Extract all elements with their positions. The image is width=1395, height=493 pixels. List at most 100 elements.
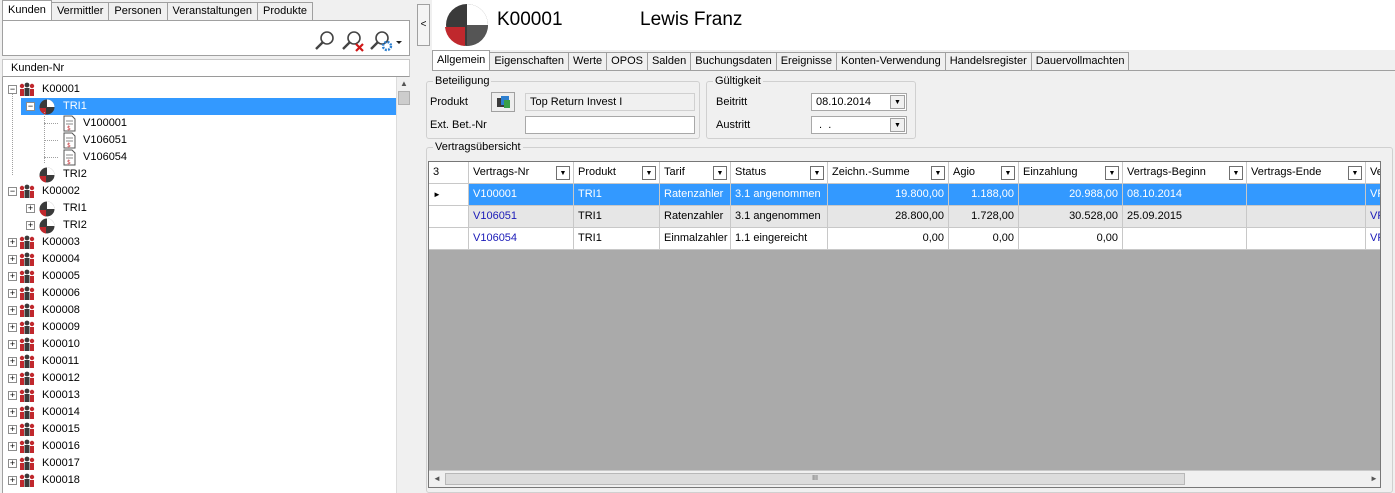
expand-icon[interactable]: + xyxy=(8,323,17,332)
scroll-right-icon[interactable]: ► xyxy=(1367,472,1380,486)
tree-node[interactable]: + K00013 xyxy=(3,387,396,404)
scroll-up-icon[interactable]: ▲ xyxy=(398,77,410,91)
filter-dropdown-icon[interactable]: ▼ xyxy=(1229,166,1243,180)
produkt-lookup-button[interactable] xyxy=(491,92,515,112)
tree-node[interactable]: + K00016 xyxy=(3,438,396,455)
grid-horizontal-scrollbar[interactable]: ◄ III ► xyxy=(429,470,1380,487)
row-indicator[interactable] xyxy=(429,206,469,228)
ext-bet-nr-input[interactable] xyxy=(525,116,695,134)
tree-node[interactable]: + TRI2 xyxy=(3,217,396,234)
collapse-icon[interactable]: − xyxy=(26,102,35,111)
expand-icon[interactable]: + xyxy=(8,238,17,247)
row-indicator[interactable]: ► xyxy=(429,184,469,206)
expand-icon[interactable]: + xyxy=(8,340,17,349)
filter-dropdown-icon[interactable]: ▼ xyxy=(931,166,945,180)
collapse-panel-button[interactable]: < xyxy=(417,4,430,46)
expand-icon[interactable]: + xyxy=(8,476,17,485)
column-header[interactable]: Agio ▼ xyxy=(949,162,1019,184)
tree-node[interactable]: − K00002 xyxy=(3,183,396,200)
table-row[interactable]: V106051 TRI1 Ratenzahler 3.1 angenommen 28.8… xyxy=(429,206,1380,228)
tab-ereignisse[interactable]: Ereignisse xyxy=(775,52,838,70)
expand-icon[interactable]: + xyxy=(26,204,35,213)
column-header[interactable]: Produkt ▼ xyxy=(574,162,660,184)
expand-icon[interactable]: + xyxy=(26,221,35,230)
tree-node[interactable]: − K00001 xyxy=(3,81,396,98)
tab-werte[interactable]: Werte xyxy=(568,52,608,70)
expand-icon[interactable]: + xyxy=(8,306,17,315)
expand-icon[interactable]: + xyxy=(8,425,17,434)
tree-node[interactable]: + K00018 xyxy=(3,472,396,489)
tab-produkte[interactable]: Produkte xyxy=(257,2,314,20)
filter-dropdown-icon[interactable]: ▼ xyxy=(642,166,656,180)
column-header[interactable]: Tarif ▼ xyxy=(660,162,731,184)
tree-node[interactable]: + K00014 xyxy=(3,404,396,421)
tree-scrollbar[interactable]: ▲ xyxy=(396,77,410,493)
tab-eigenschaften[interactable]: Eigenschaften xyxy=(489,52,570,70)
expand-icon[interactable]: + xyxy=(8,255,17,264)
clear-search-button[interactable] xyxy=(341,29,365,53)
tree-node[interactable]: + K00003 xyxy=(3,234,396,251)
customer-tree[interactable]: − K00001− TRI1 $ V100001 $ V106051 $ V106054 TRI2… xyxy=(2,77,396,493)
tab-buchungsdaten[interactable]: Buchungsdaten xyxy=(690,52,777,70)
tree-node[interactable]: + K00012 xyxy=(3,370,396,387)
expand-icon[interactable]: + xyxy=(8,357,17,366)
filter-dropdown-icon[interactable]: ▼ xyxy=(1105,166,1119,180)
expand-icon[interactable]: + xyxy=(8,459,17,468)
tree-node[interactable]: $ V106051 xyxy=(3,132,396,149)
tree-node[interactable]: + K00009 xyxy=(3,319,396,336)
tab-veranstaltungen[interactable]: Veranstaltungen xyxy=(166,2,259,20)
column-header[interactable]: Vertrags-Beginn ▼ xyxy=(1123,162,1247,184)
chevron-down-icon[interactable]: ▼ xyxy=(890,95,905,109)
search-button[interactable] xyxy=(313,29,337,53)
expand-icon[interactable]: + xyxy=(8,408,17,417)
tab-allgemein[interactable]: Allgemein xyxy=(432,50,491,70)
column-header[interactable]: Einzahlung ▼ xyxy=(1019,162,1123,184)
row-indicator[interactable] xyxy=(429,228,469,250)
tree-node[interactable]: + K00010 xyxy=(3,336,396,353)
filter-dropdown-icon[interactable]: ▼ xyxy=(556,166,570,180)
tree-node[interactable]: TRI2 xyxy=(3,166,396,183)
table-row[interactable]: ► V100001 TRI1 Ratenzahler 3.1 angenommen 19.… xyxy=(429,184,1380,206)
tab-dauervollmachten[interactable]: Dauervollmachten xyxy=(1030,52,1130,70)
panel-splitter[interactable] xyxy=(412,0,418,493)
tree-node[interactable]: + TRI1 xyxy=(3,200,396,217)
column-header[interactable]: Vertrags-Nr ▼ xyxy=(469,162,574,184)
tab-personen[interactable]: Personen xyxy=(108,2,168,20)
column-header[interactable]: Vertrags-Ende ▼ xyxy=(1247,162,1366,184)
table-row[interactable]: V106054 TRI1 Einmalzahler 1.1 eingereicht 0,… xyxy=(429,228,1380,250)
tree-node[interactable]: + K00011 xyxy=(3,353,396,370)
tree-node[interactable]: + K00008 xyxy=(3,302,396,319)
expand-icon[interactable]: + xyxy=(8,391,17,400)
tree-node[interactable]: + K00015 xyxy=(3,421,396,438)
collapse-icon[interactable]: − xyxy=(8,187,17,196)
tab-opos[interactable]: OPOS xyxy=(606,52,648,70)
tree-node[interactable]: $ V100001 xyxy=(3,115,396,132)
tree-node[interactable]: $ V106054 xyxy=(3,149,396,166)
tree-node[interactable]: + K00017 xyxy=(3,455,396,472)
tab-vermittler[interactable]: Vermittler xyxy=(50,2,110,20)
tab-handelsregister[interactable]: Handelsregister xyxy=(944,52,1032,70)
tree-node[interactable]: + K00005 xyxy=(3,268,396,285)
filter-dropdown-icon[interactable]: ▼ xyxy=(1001,166,1015,180)
expand-icon[interactable]: + xyxy=(8,272,17,281)
column-header[interactable]: Status ▼ xyxy=(731,162,828,184)
beitritt-date-input[interactable]: 08.10.2014 ▼ xyxy=(811,93,907,111)
column-header[interactable]: Verk xyxy=(1366,162,1380,184)
filter-dropdown-icon[interactable]: ▼ xyxy=(713,166,727,180)
tree-column-header[interactable]: Kunden-Nr xyxy=(2,59,410,77)
expand-icon[interactable]: + xyxy=(8,442,17,451)
contracts-grid[interactable]: 3 Vertrags-Nr ▼ Produkt ▼ Tarif ▼ Status ▼ Zeichn… xyxy=(428,161,1381,488)
expand-icon[interactable]: + xyxy=(8,374,17,383)
scroll-thumb[interactable]: III xyxy=(445,473,1185,485)
column-header[interactable]: Zeichn.-Summe ▼ xyxy=(828,162,949,184)
collapse-icon[interactable]: − xyxy=(8,85,17,94)
chevron-down-icon[interactable]: ▼ xyxy=(890,118,905,132)
austritt-date-input[interactable]: . . ▼ xyxy=(811,116,907,134)
scroll-left-icon[interactable]: ◄ xyxy=(430,472,444,486)
tree-node[interactable]: + K00004 xyxy=(3,251,396,268)
tab-salden[interactable]: Salden xyxy=(646,52,692,70)
tree-node[interactable]: + K00006 xyxy=(3,285,396,302)
tab-kunden[interactable]: Kunden xyxy=(2,0,52,20)
scroll-thumb[interactable] xyxy=(398,91,410,105)
filter-dropdown-icon[interactable]: ▼ xyxy=(1348,166,1362,180)
